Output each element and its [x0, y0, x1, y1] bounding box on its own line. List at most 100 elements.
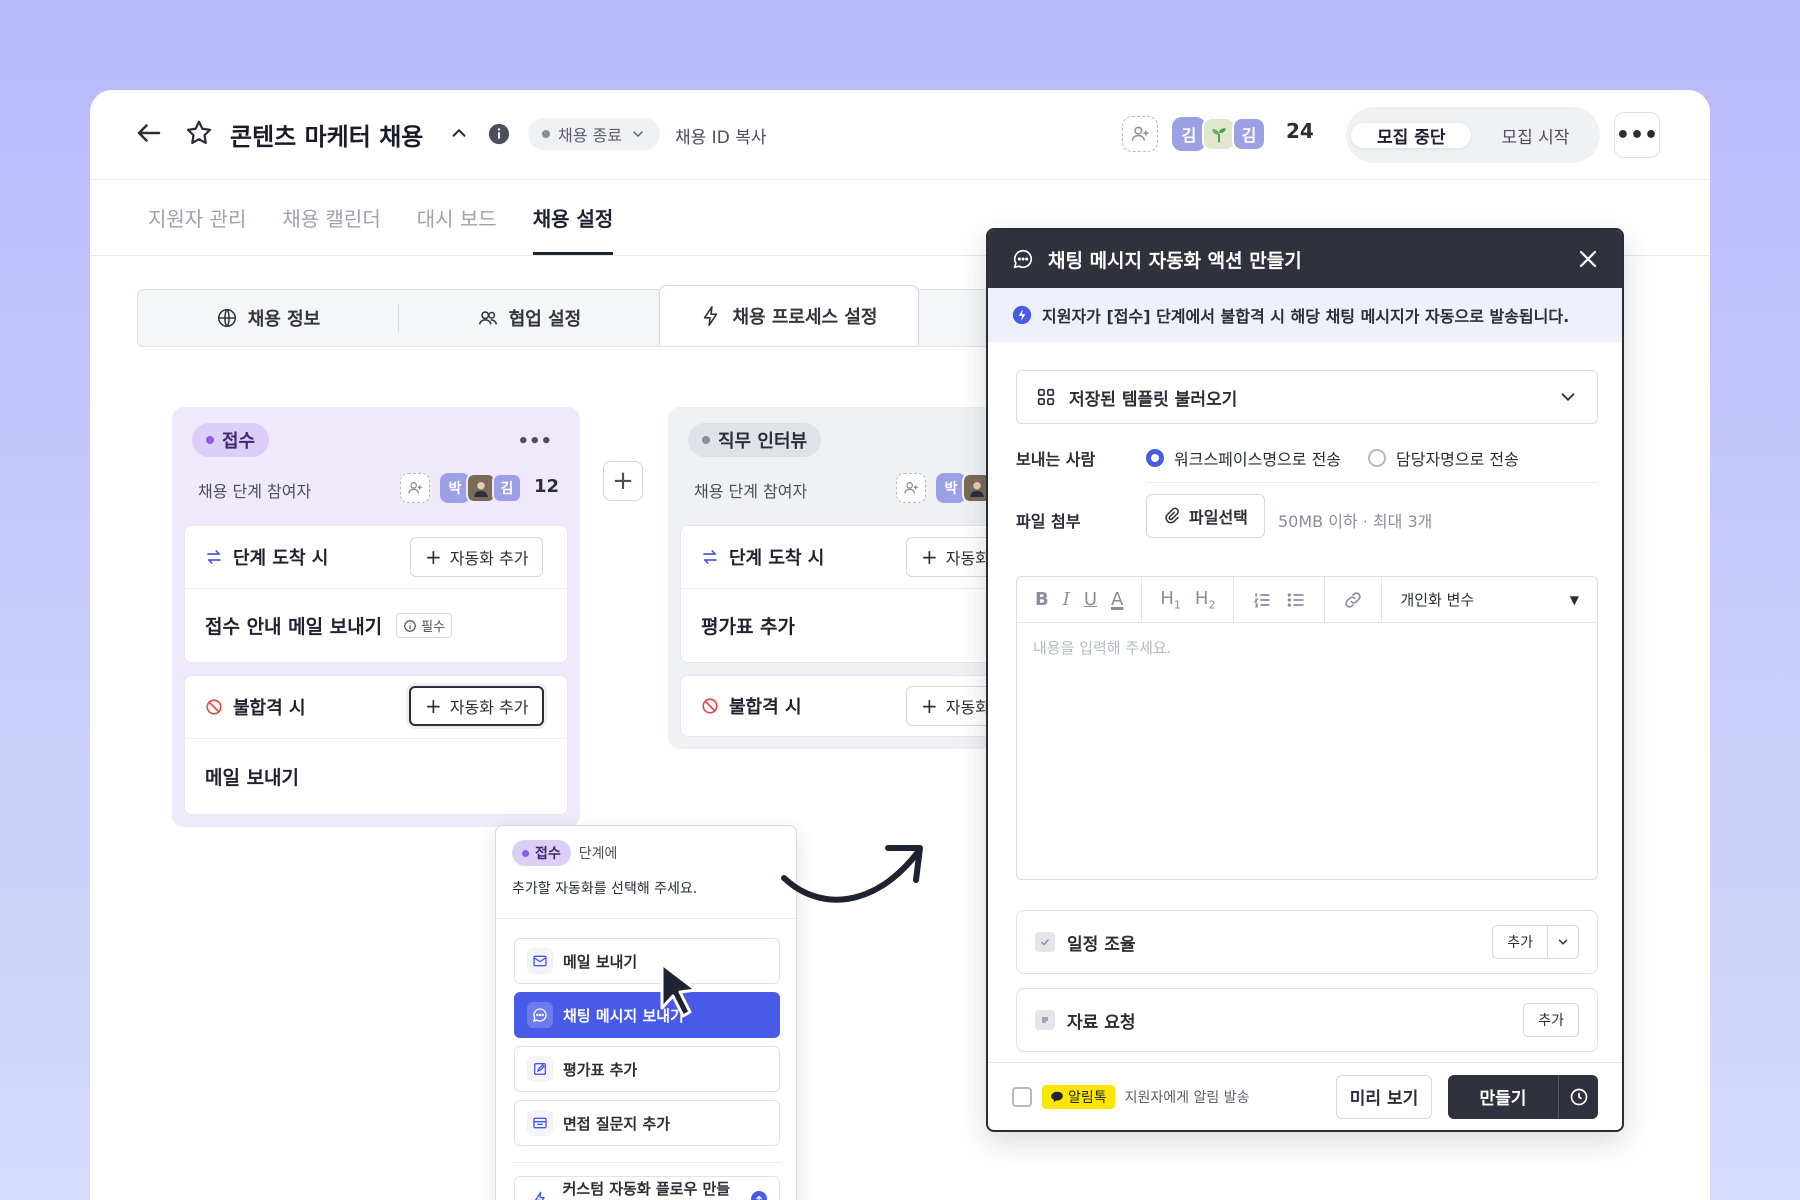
schedule-dropdown-button[interactable]	[1548, 925, 1579, 959]
star-icon	[186, 120, 212, 144]
participant-avatars[interactable]: 박	[936, 473, 992, 503]
avatar: 김	[492, 473, 522, 503]
chevron-up-icon	[452, 128, 466, 137]
editor-body[interactable]: 내용을 입력해 주세요.	[1017, 623, 1597, 672]
back-button[interactable]	[134, 118, 164, 148]
add-automation-label: 자동화	[945, 698, 990, 717]
arrow-left-icon	[137, 124, 161, 142]
notify-checkbox[interactable]	[1012, 1086, 1032, 1107]
radio-unselected	[1368, 449, 1386, 467]
ordered-list-icon[interactable]	[1252, 590, 1272, 610]
radio-selected	[1146, 449, 1164, 467]
schedule-add-group: 추가	[1492, 925, 1579, 959]
chat-automation-modal: 채팅 메시지 자동화 액션 만들기 지원자가 [접수] 단계에서 불합격 시 해…	[986, 228, 1624, 1132]
globe-icon	[217, 308, 236, 328]
sender-option-manager[interactable]: 담당자명으로 전송	[1368, 446, 1519, 470]
avatar: 김	[1232, 117, 1266, 151]
status-dropdown[interactable]: 채용 종료	[528, 118, 660, 150]
divider	[1146, 482, 1598, 483]
menu-item-evaluation[interactable]: 평가표 추가	[514, 1046, 780, 1092]
bullet-list-icon[interactable]	[1286, 590, 1306, 610]
heading1-icon[interactable]: H1	[1160, 588, 1181, 612]
italic-icon[interactable]: I	[1063, 589, 1070, 610]
participant-avatars[interactable]: 박 김	[440, 473, 522, 503]
subtab-label: 채용 프로세스 설정	[732, 306, 878, 328]
template-label: 저장된 템플릿 불러오기	[1069, 389, 1238, 410]
subtab-info[interactable]: 채용 정보	[138, 290, 398, 346]
stage-name: 접수	[535, 846, 561, 862]
add-participant-button[interactable]	[896, 473, 926, 503]
file-button-label: 파일선택	[1189, 508, 1248, 527]
copy-id-link[interactable]: 채용 ID 복사	[675, 122, 766, 148]
stage-column-intake: 접수 ••• 채용 단계 참여자 박 김 12 단계 도착 시 + 자동화 추가	[172, 407, 580, 827]
tab-applicants[interactable]: 지원자 관리	[148, 180, 246, 255]
info-icon	[488, 123, 510, 145]
schedule-send-button[interactable]	[1558, 1074, 1598, 1119]
stage-more-button[interactable]: •••	[517, 431, 552, 452]
arrive-action-row[interactable]: 접수 안내 메일 보내기 필수	[185, 588, 567, 662]
subtab-process[interactable]: 채용 프로세스 설정	[659, 285, 919, 345]
format-group: B I U A	[1017, 577, 1143, 622]
menu-item-questions[interactable]: 면접 질문지 추가	[514, 1100, 780, 1146]
stage-chip: 접수	[512, 840, 571, 866]
template-dropdown[interactable]: 저장된 템플릿 불러오기	[1016, 370, 1598, 424]
form-icon	[527, 1110, 553, 1136]
stage-chip[interactable]: 접수	[192, 423, 270, 457]
chip-suffix: 단계에	[578, 846, 618, 862]
link-icon[interactable]	[1343, 590, 1363, 610]
participants-label: 채용 단계 참여자	[198, 482, 312, 501]
add-participant-button[interactable]	[400, 473, 430, 503]
preview-button[interactable]: 미리 보기	[1336, 1074, 1432, 1119]
schedule-add-button[interactable]: 추가	[1492, 925, 1548, 959]
menu-item-custom-flow[interactable]: 커스텀 자동화 플로우 만들기	[514, 1176, 780, 1200]
forbidden-icon	[702, 698, 718, 714]
divider	[512, 1162, 782, 1163]
member-count: 24	[1286, 119, 1314, 143]
create-button[interactable]: 만들기	[1448, 1074, 1558, 1119]
collapse-button[interactable]	[448, 122, 470, 144]
action-label: 메일 보내기	[205, 767, 300, 789]
nav-tabs: 지원자 관리 채용 캘린더 대시 보드 채용 설정	[148, 180, 613, 255]
avatar-sprout	[1202, 117, 1236, 151]
menu-item-label: 면접 질문지 추가	[563, 1114, 671, 1133]
reject-action-row[interactable]: 메일 보내기	[185, 738, 567, 814]
more-options-button[interactable]: •••	[1614, 112, 1660, 158]
person-icon	[970, 482, 984, 497]
bold-icon[interactable]: B	[1035, 589, 1049, 610]
request-add-button[interactable]: 추가	[1523, 1003, 1579, 1037]
action-label: 평가표 추가	[701, 616, 796, 638]
tab-settings[interactable]: 채용 설정	[532, 180, 613, 255]
member-avatars[interactable]: 김 김	[1172, 117, 1266, 151]
menu-item-label: 커스텀 자동화 플로우 만들기	[562, 1180, 731, 1198]
heading2-icon[interactable]: H2	[1195, 588, 1216, 612]
add-member-button[interactable]	[1122, 116, 1158, 152]
personalize-dropdown[interactable]: 개인화 변수 ▼	[1382, 589, 1597, 610]
text-color-icon[interactable]: A	[1111, 589, 1123, 610]
start-recruit-button[interactable]: 모집 시작	[1475, 123, 1595, 148]
avatar: 김	[1172, 117, 1206, 151]
stage-chip[interactable]: 직무 인터뷰	[688, 423, 822, 457]
info-button[interactable]	[488, 123, 510, 145]
sender-option-workspace[interactable]: 워크스페이스명으로 전송	[1146, 446, 1341, 470]
participant-count: 12	[534, 476, 560, 497]
tab-dashboard[interactable]: 대시 보드	[417, 180, 497, 255]
notify-text: 지원자에게 알림 발송	[1124, 1089, 1250, 1106]
subtab-collab[interactable]: 협업 설정	[399, 290, 659, 346]
underline-icon[interactable]: U	[1084, 589, 1097, 610]
file-select-button[interactable]: 파일선택	[1146, 494, 1265, 538]
schedule-label: 일정 조율	[1067, 934, 1136, 955]
favorite-button[interactable]	[184, 118, 214, 148]
request-label: 자료 요청	[1067, 1012, 1136, 1033]
cursor-icon	[660, 962, 698, 1018]
menu-item-email[interactable]: 메일 보내기	[514, 938, 780, 984]
menu-item-chat[interactable]: 채팅 메시지 보내기	[514, 992, 780, 1038]
add-automation-button[interactable]: + 자동화 추가	[410, 537, 544, 577]
personalize-label: 개인화 변수	[1400, 591, 1475, 609]
add-automation-button[interactable]: + 자동화 추가	[409, 686, 545, 726]
add-stage-button[interactable]: +	[603, 461, 643, 501]
info-outline-icon	[404, 619, 417, 632]
close-button[interactable]	[1576, 247, 1600, 276]
subtab-label: 채용 정보	[247, 309, 321, 330]
stop-recruit-button[interactable]: 모집 중단	[1351, 122, 1472, 148]
tab-calendar[interactable]: 채용 캘린더	[282, 180, 380, 255]
